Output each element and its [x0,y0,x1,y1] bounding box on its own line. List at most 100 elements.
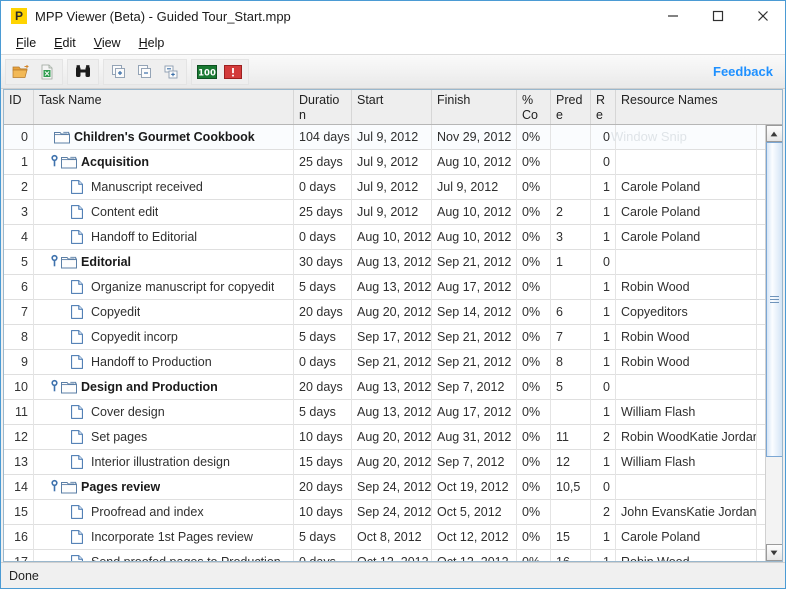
cell-start-date: Sep 21, 2012 [352,349,432,375]
table-row[interactable]: 6 Organize manuscript for copyedit 5 days A… [4,274,765,300]
table-row[interactable]: 17 Send proofed pages to Production 0 days… [4,549,765,561]
collapse-all-icon[interactable] [132,60,158,84]
column-header-percent-complete[interactable]: % Com [517,90,551,124]
column-header-start[interactable]: Start [352,90,432,124]
cell-duration: 5 days [294,274,352,300]
cell-predecessors: 5 [551,374,591,400]
cell-percent-complete: 0% [517,174,551,200]
column-header-predecessors[interactable]: Prede [551,90,591,124]
table-row[interactable]: 11 Cover design 5 days Aug 13, 2012 Aug 17, … [4,399,765,425]
folder-icon [61,381,79,394]
table-row[interactable]: 7 Copyedit 20 days Aug 20, 2012 Sep 14, 2012… [4,299,765,325]
cell-percent-complete: 0% [517,424,551,450]
column-header-id[interactable]: ID [4,90,34,124]
scrollbar-grip-icon [769,294,779,305]
table-row[interactable]: 12 Set pages 10 days Aug 20, 2012 Aug 31, 20… [4,424,765,450]
cell-resource-count: 2 [591,499,616,525]
cell-percent-complete: 0% [517,449,551,475]
scroll-down-arrow-icon[interactable] [765,544,782,561]
maximize-icon[interactable] [695,1,740,31]
table-row[interactable]: 8 Copyedit incorp 5 days Sep 17, 2012 Sep 21… [4,324,765,350]
scrollbar-track[interactable] [765,142,782,544]
vertical-scrollbar[interactable] [765,125,782,561]
table-row[interactable]: 9 Handoff to Production 0 days Sep 21, 2012… [4,349,765,375]
table-row[interactable]: 13 Interior illustration design 15 days Aug… [4,449,765,475]
cell-duration: 0 days [294,224,352,250]
table-row[interactable]: 5 Editorial 30 days Aug 13, 2012 Sep 21, 201… [4,249,765,275]
tree-expand-toggle-icon[interactable] [48,254,61,270]
cell-id: 15 [4,499,34,525]
cell-percent-complete: 0% [517,499,551,525]
table-row[interactable]: 16 Incorporate 1st Pages review 5 days Oct … [4,524,765,550]
menu-item-view[interactable]: View [85,33,130,53]
scrollbar-thumb[interactable] [765,142,782,457]
export-excel-icon[interactable] [34,60,60,84]
column-header-resource-count[interactable]: Re C [591,90,616,124]
column-header-duration[interactable]: Duration [294,90,352,124]
cell-percent-complete: 0% [517,299,551,325]
table-row[interactable]: 0 Children's Gourmet Cookbook 104 days Jul … [4,125,765,150]
column-header-resource-names[interactable]: Resource Names [616,90,757,124]
document-icon [71,305,89,319]
folder-icon [61,156,79,169]
cell-finish-date: Oct 19, 2012 [432,474,517,500]
cell-percent-complete: 0% [517,549,551,561]
cell-start-date: Sep 24, 2012 [352,499,432,525]
cell-finish-date: Jul 9, 2012 [432,174,517,200]
menu-item-help[interactable]: Help [130,33,174,53]
table-row[interactable]: 2 Manuscript received 0 days Jul 9, 2012 Jul… [4,174,765,200]
cell-id: 6 [4,274,34,300]
expand-all-icon[interactable] [106,60,132,84]
feedback-link[interactable]: Feedback [713,64,773,79]
cell-predecessors: 7 [551,324,591,350]
svg-text:100: 100 [198,68,216,78]
cell-predecessors [551,149,591,175]
minimize-icon[interactable] [650,1,695,31]
cell-duration: 5 days [294,324,352,350]
cell-resource-names [616,374,757,400]
cell-task-name: Send proofed pages to Production [34,549,294,561]
cell-finish-date: Sep 7, 2012 [432,449,517,475]
cell-resource-count: 0 [591,149,616,175]
folder-icon [54,131,72,144]
table-row[interactable]: 1 Acquisition 25 days Jul 9, 2012 Aug 10, 20… [4,149,765,175]
cell-start-date: Jul 9, 2012 [352,125,432,150]
tree-expand-toggle-icon[interactable] [48,154,61,170]
table-row[interactable]: 15 Proofread and index 10 days Sep 24, 2012… [4,499,765,525]
expand-one-level-icon[interactable] [158,60,184,84]
percent-100-icon[interactable]: 100 [194,60,220,84]
table-row[interactable]: 3 Content edit 25 days Jul 9, 2012 Aug 10, 2… [4,199,765,225]
document-icon [71,280,89,294]
window-title: MPP Viewer (Beta) - Guided Tour_Start.mp… [35,8,291,24]
find-binoculars-icon[interactable] [70,60,96,84]
task-name-label: Proofread and index [91,504,204,519]
tree-expand-toggle-icon[interactable] [48,479,61,495]
toolbar: 100 Feedback [1,55,785,89]
alert-exclamation-icon[interactable] [220,60,246,84]
table-row[interactable]: 10 Design and Production 20 days Aug 13, 20… [4,374,765,400]
close-icon[interactable] [740,1,785,31]
scroll-up-arrow-icon[interactable] [765,125,782,142]
cell-finish-date: Aug 17, 2012 [432,399,517,425]
table-row[interactable]: 14 Pages review 20 days Sep 24, 2012 Oct 19,… [4,474,765,500]
menu-item-file[interactable]: File [7,33,45,53]
status-bar: Done [1,562,785,588]
document-icon [71,455,89,469]
grid-body[interactable]: 0 Children's Gourmet Cookbook 104 days Jul … [4,125,765,561]
cell-id: 3 [4,199,34,225]
menu-label-view-rest: iew [101,35,121,50]
tree-expand-toggle-icon[interactable] [48,379,61,395]
table-row[interactable]: 4 Handoff to Editorial 0 days Aug 10, 2012 A… [4,224,765,250]
column-header-finish[interactable]: Finish [432,90,517,124]
cell-start-date: Sep 24, 2012 [352,474,432,500]
column-header-task-name[interactable]: Task Name [34,90,294,124]
toolbar-group-file [5,58,63,85]
cell-finish-date: Oct 5, 2012 [432,499,517,525]
open-file-icon[interactable] [8,60,34,84]
cell-percent-complete: 0% [517,349,551,375]
cell-id: 10 [4,374,34,400]
cell-resource-count: 1 [591,349,616,375]
menu-item-edit[interactable]: Edit [45,33,85,53]
cell-id: 0 [4,125,34,150]
cell-resource-names [616,125,757,150]
